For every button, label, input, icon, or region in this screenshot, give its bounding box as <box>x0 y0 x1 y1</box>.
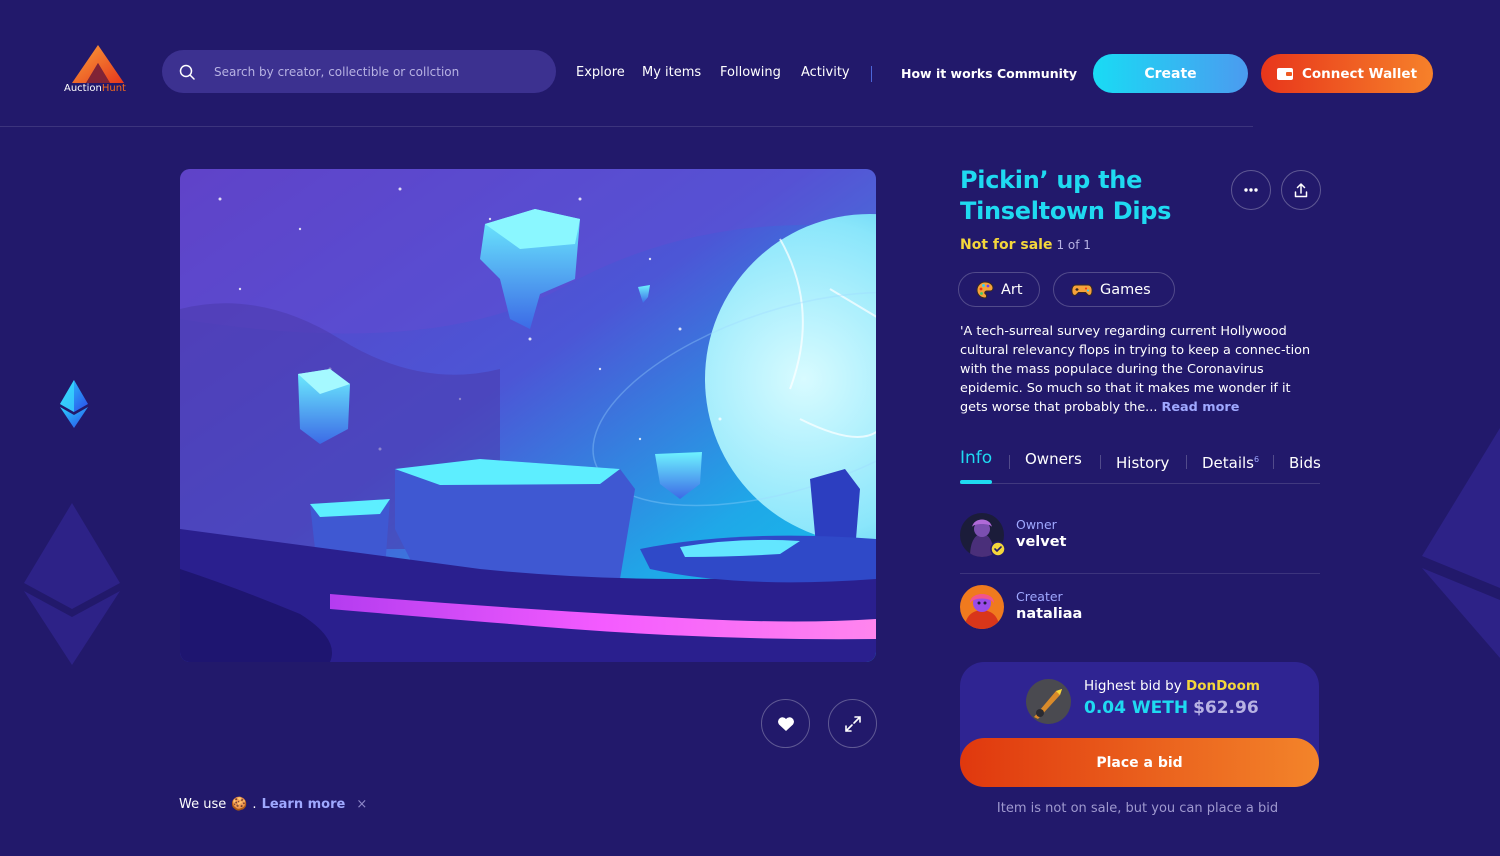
more-options-button[interactable] <box>1231 170 1271 210</box>
cookie-notice-text: We use <box>179 797 227 812</box>
item-description: 'A tech-surreal survey regarding current… <box>960 322 1312 417</box>
wallet-icon <box>1276 67 1293 80</box>
creator-role-label: Creater <box>1016 589 1063 604</box>
nav-my-items[interactable]: My items <box>642 65 701 80</box>
top-header: AuctionHunt Explore My items Following A… <box>0 0 1500 127</box>
ethereum-background-left-icon <box>24 503 120 665</box>
place-bid-button[interactable]: Place a bid <box>960 738 1319 787</box>
tag-games[interactable]: Games <box>1053 272 1175 307</box>
highest-bid-amount: 0.04 WETH $62.96 <box>1084 698 1259 718</box>
bidder-avatar <box>1026 679 1071 724</box>
cookie-notice-dot: . <box>252 797 257 812</box>
sale-status-label: Not for sale <box>960 237 1053 253</box>
nft-artwork-image <box>180 169 876 662</box>
tab-info[interactable]: Info <box>960 448 992 468</box>
cookie-learn-more-link[interactable]: Learn more <box>262 797 346 812</box>
highest-bid-label: Highest bid by DonDoom <box>1084 678 1260 694</box>
gamepad-icon <box>1071 284 1093 296</box>
tab-bids[interactable]: Bids <box>1289 454 1321 472</box>
create-button[interactable]: Create <box>1093 54 1248 93</box>
cookie-close-icon[interactable]: × <box>356 797 367 812</box>
verified-badge-icon <box>990 541 1006 557</box>
search-input[interactable] <box>214 50 544 93</box>
tab-details[interactable]: Details6 <box>1202 454 1259 472</box>
like-button[interactable] <box>761 699 810 748</box>
edition-count: 1 of 1 <box>1056 238 1091 252</box>
tab-owners[interactable]: Owners <box>1025 450 1082 468</box>
nav-divider <box>871 66 872 82</box>
tab-details-count: 6 <box>1254 455 1260 464</box>
tag-art[interactable]: Art <box>958 272 1040 307</box>
creator-avatar-image <box>960 585 1004 629</box>
logo-mark-icon <box>72 45 124 83</box>
bid-amount-weth: 0.04 WETH <box>1084 698 1189 718</box>
ethereum-icon <box>60 380 88 428</box>
tag-art-label: Art <box>1001 281 1023 298</box>
read-more-link[interactable]: Read more <box>1161 400 1239 415</box>
ethereum-background-right-icon <box>1422 428 1500 658</box>
share-button[interactable] <box>1281 170 1321 210</box>
creator-avatar <box>960 585 1004 629</box>
connect-wallet-label: Connect Wallet <box>1301 65 1418 82</box>
creator-name: nataliaa <box>1016 606 1083 622</box>
owner-name: velvet <box>1016 534 1067 550</box>
nav-explore[interactable]: Explore <box>576 65 625 80</box>
header-divider <box>0 126 1253 127</box>
heart-icon <box>777 716 794 731</box>
search-bar[interactable] <box>162 50 556 93</box>
creator-row[interactable]: Creater nataliaa <box>960 585 1320 635</box>
fullscreen-button[interactable] <box>828 699 877 748</box>
bid-amount-usd: $62.96 <box>1193 698 1259 718</box>
share-icon <box>1294 182 1308 197</box>
owner-divider <box>960 573 1320 574</box>
item-description-text: 'A tech-surreal survey regarding current… <box>960 324 1311 415</box>
nav-community[interactable]: Community <box>997 66 1077 81</box>
owner-role-label: Owner <box>1016 517 1057 532</box>
tag-games-label: Games <box>1100 281 1151 298</box>
expand-icon <box>844 715 861 732</box>
bid-note: Item is not on sale, but you can place a… <box>996 801 1279 816</box>
tabs-baseline <box>960 483 1320 484</box>
tab-separator <box>1186 455 1187 469</box>
item-title: Pickin’ up the Tinseltown Dips <box>960 166 1172 225</box>
more-dots-icon <box>1244 188 1258 192</box>
bidder-avatar-image <box>1026 679 1071 724</box>
search-icon <box>179 64 195 80</box>
cookie-icon: 🍪 <box>231 797 248 812</box>
palette-icon <box>976 280 994 299</box>
tab-details-label: Details <box>1202 454 1255 472</box>
sale-status: Not for sale 1 of 1 <box>960 237 1091 253</box>
owner-row[interactable]: Owner velvet <box>960 513 1320 563</box>
tab-separator <box>1100 455 1101 469</box>
tab-active-indicator <box>960 480 992 484</box>
highest-bidder-name[interactable]: DonDoom <box>1186 678 1260 694</box>
tab-separator <box>1273 455 1274 469</box>
cookie-notice: We use 🍪 . Learn more × <box>179 797 367 812</box>
tab-history[interactable]: History <box>1116 454 1169 472</box>
connect-wallet-button[interactable]: Connect Wallet <box>1261 54 1433 93</box>
nav-how-it-works[interactable]: How it works <box>901 66 993 81</box>
space-landscape-illustration <box>180 169 876 662</box>
tab-separator <box>1009 455 1010 469</box>
brand-name: AuctionHunt <box>64 83 126 94</box>
nav-activity[interactable]: Activity <box>801 65 850 80</box>
highest-bid-prefix: Highest bid by <box>1084 678 1182 694</box>
nav-following[interactable]: Following <box>720 65 781 80</box>
brand-logo[interactable]: AuctionHunt <box>64 45 132 97</box>
bid-card: Highest bid by DonDoom 0.04 WETH $62.96 P… <box>960 662 1319 787</box>
